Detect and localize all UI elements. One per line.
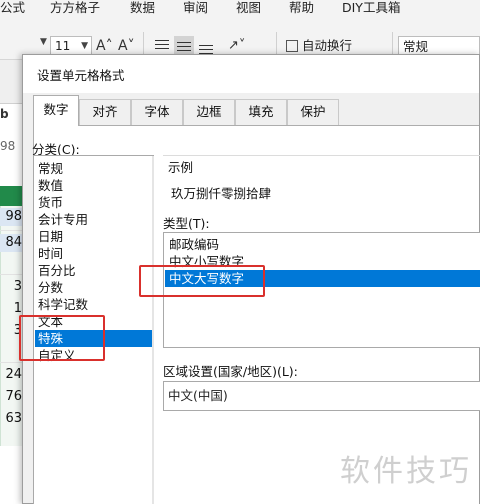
tab-fill[interactable]: 填充	[235, 99, 287, 125]
category-item[interactable]: 分数	[35, 279, 152, 296]
watermark: 软件技巧	[340, 454, 472, 489]
category-item[interactable]: 货币	[35, 194, 152, 211]
category-item[interactable]: 日期	[35, 228, 152, 245]
menu-fangfang[interactable]: 方方格子	[50, 0, 100, 18]
font-size-select[interactable]: 11 ▼	[50, 36, 92, 56]
menu-data[interactable]: 数据	[130, 0, 155, 18]
tab-alignment[interactable]: 对齐	[79, 99, 131, 125]
category-item[interactable]: 百分比	[35, 262, 152, 279]
highlight-box-category	[19, 315, 105, 361]
category-item[interactable]: 时间	[35, 245, 152, 262]
category-item[interactable]: 常规	[35, 160, 152, 177]
formula-bar-area	[0, 60, 22, 104]
dialog-title: 设置单元格格式	[37, 68, 125, 83]
wrap-text-icon	[286, 40, 298, 52]
ribbon-menu-bar: 公式 方方格子 数据 审阅 视图 帮助 DIY工具箱	[0, 0, 480, 22]
selected-column-header[interactable]	[0, 186, 22, 206]
wrap-text-label: 自动换行	[302, 38, 353, 53]
menu-diy-toolbox[interactable]: DIY工具箱	[342, 0, 400, 18]
type-item[interactable]: 邮政编码	[165, 236, 480, 253]
cell-value[interactable]: 24	[0, 366, 22, 384]
wrap-text-button[interactable]: 自动换行	[286, 36, 352, 56]
cell-value[interactable]: 63	[0, 410, 22, 428]
locale-label: 区域设置(国家/地区)(L):	[163, 364, 298, 379]
locale-value: 中文(中国)	[168, 388, 228, 403]
cell-value[interactable]: 3	[0, 278, 22, 296]
header-fragment: b	[0, 107, 9, 121]
sample-value: 玖万捌仟零捌拾肆	[171, 186, 272, 201]
highlight-box-type	[139, 265, 265, 297]
grow-font-button[interactable]: A˄	[96, 36, 113, 56]
tab-protection[interactable]: 保护	[287, 99, 339, 125]
align-bottom-icon[interactable]	[196, 36, 216, 56]
format-cells-dialog: 设置单元格格式 数字 对齐 字体 边框 填充 保护 分类(C): 常规 数值 货…	[19, 54, 480, 504]
category-list-scrollbar[interactable]	[152, 156, 154, 504]
header-fragment: 98	[0, 139, 16, 153]
cell-value[interactable]: 98	[0, 208, 22, 226]
dialog-title-bar[interactable]: 设置单元格格式	[23, 55, 479, 93]
tab-font[interactable]: 字体	[131, 99, 183, 125]
category-item[interactable]: 会计专用	[35, 211, 152, 228]
menu-view[interactable]: 视图	[236, 0, 261, 18]
menu-help[interactable]: 帮助	[289, 0, 314, 18]
shrink-font-button[interactable]: A˅	[118, 36, 135, 56]
orientation-icon[interactable]: ↗˅	[228, 36, 245, 56]
locale-select[interactable]: 中文(中国)	[163, 381, 480, 411]
tab-border[interactable]: 边框	[183, 99, 235, 125]
cell-value[interactable]: 84	[0, 234, 22, 252]
font-name-dropdown-arrow-icon[interactable]: ▼	[40, 37, 47, 47]
category-item[interactable]: 科学记数	[35, 296, 152, 313]
type-label: 类型(T):	[163, 216, 210, 231]
chevron-down-icon: ▼	[81, 41, 88, 51]
category-item[interactable]: 数值	[35, 177, 152, 194]
grid-line	[0, 362, 22, 363]
tab-number[interactable]: 数字	[33, 95, 79, 126]
worksheet-area: b 98 98 84 3 1 3 24 76 63	[0, 60, 22, 504]
align-top-icon[interactable]	[152, 36, 172, 56]
cell-value[interactable]: 76	[0, 388, 22, 406]
menu-formulas[interactable]: 公式	[0, 0, 25, 18]
font-size-value: 11	[55, 39, 71, 53]
sample-label: 示例	[168, 157, 196, 176]
menu-review[interactable]: 审阅	[183, 0, 208, 18]
align-middle-icon[interactable]	[174, 36, 194, 56]
grid-line	[0, 230, 22, 231]
grid-line	[0, 274, 22, 275]
number-format-value: 常规	[403, 39, 429, 54]
